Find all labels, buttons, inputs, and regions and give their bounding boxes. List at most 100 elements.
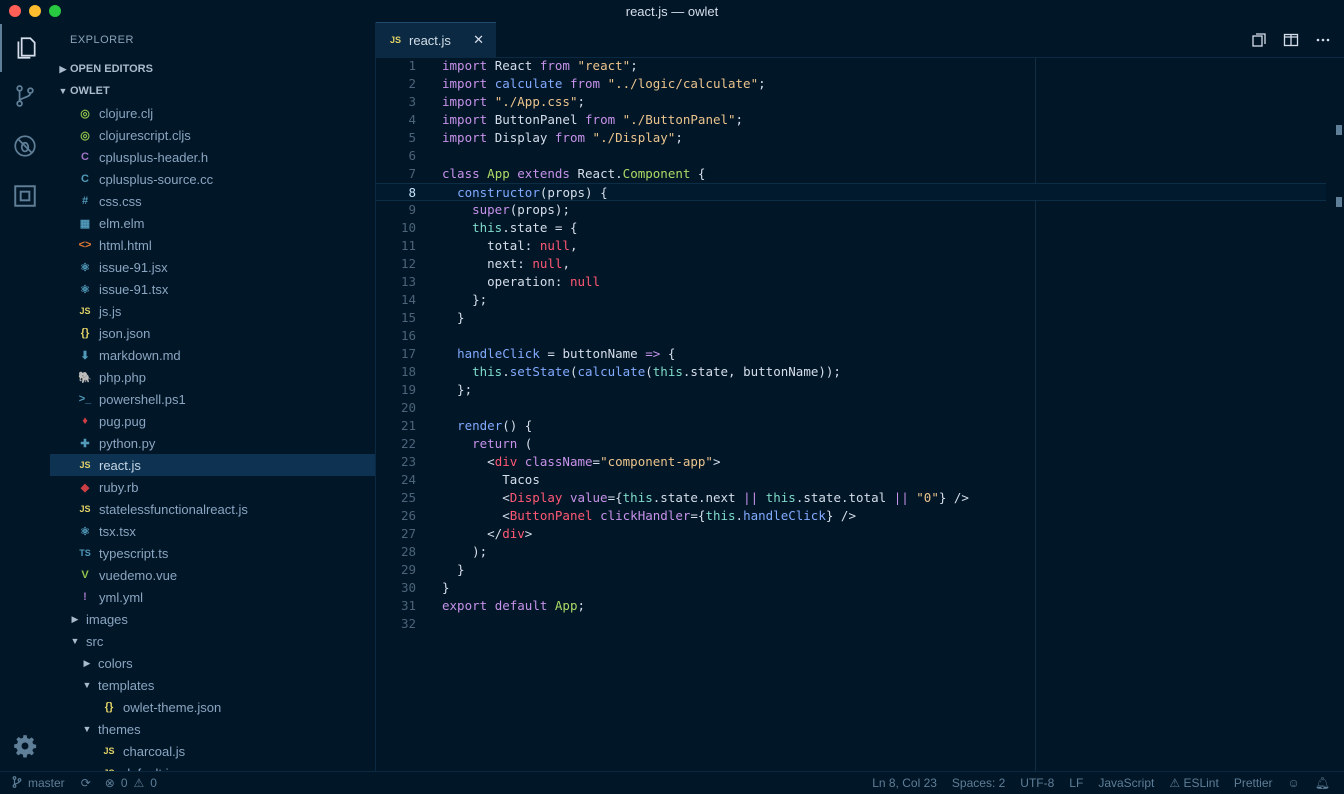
file-item[interactable]: <> html.html xyxy=(50,234,375,256)
file-item[interactable]: Ccplusplus-header.h xyxy=(50,146,375,168)
cursor-position[interactable]: Ln 8, Col 23 xyxy=(872,776,937,790)
folder-item[interactable]: ▶ images xyxy=(50,608,375,630)
file-item[interactable]: ♦ pug.pug xyxy=(50,410,375,432)
code-line[interactable]: 3 import "./App.css"; xyxy=(376,93,1326,111)
debug-activity-button[interactable] xyxy=(0,122,50,170)
code-line[interactable]: 16 xyxy=(376,327,1326,345)
chevron-down-icon: ▼ xyxy=(82,724,92,734)
file-item[interactable]: ◆ ruby.rb xyxy=(50,476,375,498)
code-line[interactable]: 28 ); xyxy=(376,543,1326,561)
minimize-window-button[interactable] xyxy=(29,5,41,17)
code-line[interactable]: 22 return ( xyxy=(376,435,1326,453)
code-line[interactable]: 8 constructor(props) { xyxy=(376,183,1326,201)
file-item[interactable]: JS statelessfunctionalreact.js xyxy=(50,498,375,520)
code-line[interactable]: 17 handleClick = buttonName => { xyxy=(376,345,1326,363)
code-line[interactable]: 2 import calculate from "../logic/calcula… xyxy=(376,75,1326,93)
code-line[interactable]: 24 Tacos xyxy=(376,471,1326,489)
settings-activity-button[interactable] xyxy=(0,722,50,770)
code-text: ); xyxy=(442,544,488,559)
code-line[interactable]: 32 xyxy=(376,615,1326,633)
file-item[interactable]: ⚛ issue-91.jsx xyxy=(50,256,375,278)
code-editor[interactable]: 1 import React from "react"; 2 import calcu… xyxy=(376,57,1344,771)
tab-react-js[interactable]: JS react.js ✕ xyxy=(376,22,496,57)
folder-item[interactable]: ▼ themes xyxy=(50,718,375,740)
code-line[interactable]: 18 this.setState(calculate(this.state, b… xyxy=(376,363,1326,381)
close-window-button[interactable] xyxy=(9,5,21,17)
file-item[interactable]: ⚛ issue-91.tsx xyxy=(50,278,375,300)
javascript-icon: JS xyxy=(390,35,402,45)
eslint-status[interactable]: ⚠ ESLint xyxy=(1169,776,1218,790)
code-line[interactable]: 23 <div className="component-app"> xyxy=(376,453,1326,471)
code-line[interactable]: 20 xyxy=(376,399,1326,417)
file-item[interactable]: ◎ clojurescript.cljs xyxy=(50,124,375,146)
code-line[interactable]: 29 } xyxy=(376,561,1326,579)
code-line[interactable]: 31 export default App; xyxy=(376,597,1326,615)
notifications-bell-icon[interactable]: 🔔︎ xyxy=(1315,776,1330,790)
file-item[interactable]: ✚ python.py xyxy=(50,432,375,454)
close-tab-icon[interactable]: ✕ xyxy=(473,32,484,48)
open-editors-section[interactable]: ▶ OPEN EDITORS xyxy=(50,58,375,80)
maximize-window-button[interactable] xyxy=(49,5,61,17)
code-line[interactable]: 27 </div> xyxy=(376,525,1326,543)
file-item[interactable]: 🐘 php.php xyxy=(50,366,375,388)
code-line[interactable]: 21 render() { xyxy=(376,417,1326,435)
code-line[interactable]: 26 <ButtonPanel clickHandler={this.handl… xyxy=(376,507,1326,525)
code-line[interactable]: 13 operation: null xyxy=(376,273,1326,291)
extensions-activity-button[interactable] xyxy=(0,172,50,220)
code-line[interactable]: 4 import ButtonPanel from "./ButtonPanel"… xyxy=(376,111,1326,129)
code-line[interactable]: 30} xyxy=(376,579,1326,597)
open-changes-button[interactable] xyxy=(1250,31,1268,49)
owlet-folder-section[interactable]: ▼ OWLET xyxy=(50,80,375,102)
python-icon: ✚ xyxy=(80,437,90,450)
file-item[interactable]: ! yml.yml xyxy=(50,586,375,608)
file-item[interactable]: >_ powershell.ps1 xyxy=(50,388,375,410)
code-line[interactable]: 14 }; xyxy=(376,291,1326,309)
code-line[interactable]: 6 xyxy=(376,147,1326,165)
git-branch[interactable]: master xyxy=(28,776,65,790)
file-item[interactable]: TS typescript.ts xyxy=(50,542,375,564)
file-item[interactable]: Ccplusplus-source.cc xyxy=(50,168,375,190)
error-count[interactable]: 0 xyxy=(121,776,128,790)
file-item[interactable]: ▦ elm.elm xyxy=(50,212,375,234)
code-line[interactable]: 19 }; xyxy=(376,381,1326,399)
file-item[interactable]: # css.css xyxy=(50,190,375,212)
code-line[interactable]: 12 next: null, xyxy=(376,255,1326,273)
prettier-status[interactable]: Prettier xyxy=(1234,776,1273,790)
source-control-activity-button[interactable] xyxy=(0,72,50,120)
code-line[interactable]: 11 total: null, xyxy=(376,237,1326,255)
split-editor-button[interactable] xyxy=(1282,31,1300,49)
sync-icon[interactable]: ⟳ xyxy=(81,776,91,790)
file-item[interactable]: {} json.json xyxy=(50,322,375,344)
code-line[interactable]: 25 <Display value={this.state.next || th… xyxy=(376,489,1326,507)
file-name: cplusplus-source.cc xyxy=(99,171,214,187)
file-item[interactable]: JS react.js xyxy=(50,454,375,476)
file-item[interactable]: Vvuedemo.vue xyxy=(50,564,375,586)
file-item[interactable]: ◎ clojure.clj xyxy=(50,102,375,124)
file-item[interactable]: JS js.js xyxy=(50,300,375,322)
file-item[interactable]: JS charcoal.js xyxy=(50,740,375,762)
code-line[interactable]: 1 import React from "react"; xyxy=(376,57,1326,75)
code-line[interactable]: 15 } xyxy=(376,309,1326,327)
feedback-smiley-icon[interactable]: ☺ xyxy=(1288,776,1300,790)
file-item[interactable]: ⚛ tsx.tsx xyxy=(50,520,375,542)
warning-count[interactable]: 0 xyxy=(150,776,157,790)
code-line[interactable]: 9 super(props); xyxy=(376,201,1326,219)
file-item[interactable]: {} owlet-theme.json xyxy=(50,696,375,718)
indentation[interactable]: Spaces: 2 xyxy=(952,776,1005,790)
code-line[interactable]: 5 import Display from "./Display"; xyxy=(376,129,1326,147)
file-item[interactable]: JSdefault.js xyxy=(50,762,375,772)
line-ending[interactable]: LF xyxy=(1069,776,1083,790)
code-line[interactable]: 7 class App extends React.Component { xyxy=(376,165,1326,183)
folder-item[interactable]: ▼ src xyxy=(50,630,375,652)
file-name: yml.yml xyxy=(99,589,144,605)
more-actions-button[interactable] xyxy=(1314,31,1332,49)
folder-item[interactable]: ▼ templates xyxy=(50,674,375,696)
file-item[interactable]: ⬇ markdown.md xyxy=(50,344,375,366)
code-line[interactable]: 10 this.state = { xyxy=(376,219,1326,237)
encoding[interactable]: UTF-8 xyxy=(1020,776,1054,790)
language-mode[interactable]: JavaScript xyxy=(1098,776,1154,790)
folder-item[interactable]: ▶ colors xyxy=(50,652,375,674)
line-number: 23 xyxy=(400,454,416,469)
compare-icon xyxy=(1252,33,1266,47)
explorer-activity-button[interactable] xyxy=(0,24,50,72)
